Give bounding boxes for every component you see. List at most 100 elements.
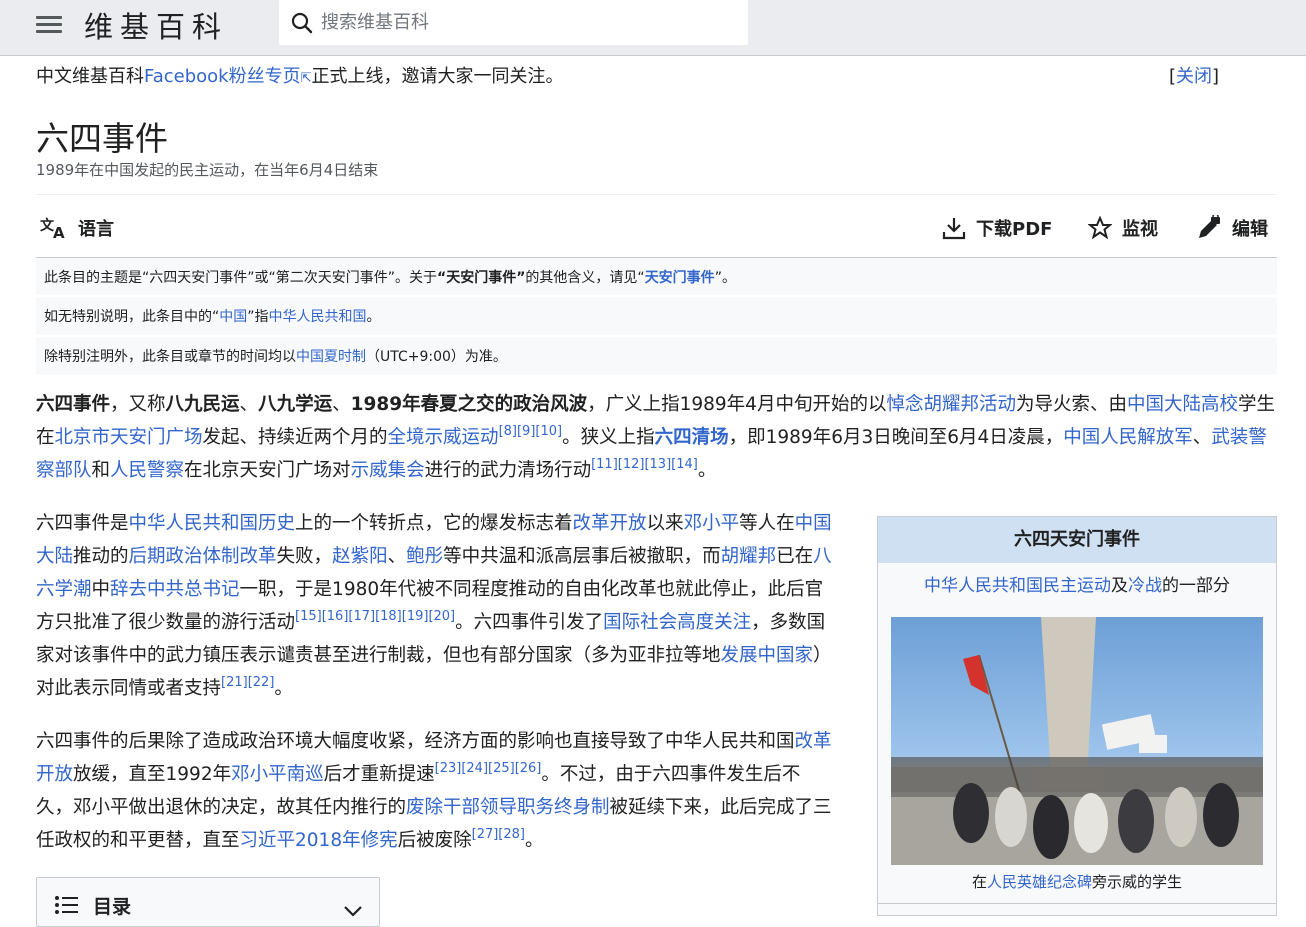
- wikipedia-logo[interactable]: 维基百科: [84, 4, 228, 46]
- article-link[interactable]: 中华人民共和国历史: [129, 513, 296, 534]
- hatnote-link-china[interactable]: 中国: [219, 309, 247, 325]
- text: 及: [1111, 576, 1128, 596]
- infobox-caption: 在人民英雄纪念碑旁示威的学生: [878, 871, 1276, 892]
- citation-ref[interactable]: [27][28]: [472, 827, 525, 842]
- language-button[interactable]: 文 A 语言: [40, 215, 114, 241]
- language-label: 语言: [78, 219, 114, 240]
- search-box[interactable]: [279, 0, 748, 45]
- article-link[interactable]: 改革开放: [573, 513, 647, 534]
- hatnote-link-tiananmen[interactable]: 天安门事件: [645, 270, 715, 286]
- text: 等人在: [739, 513, 795, 534]
- page-toolbar: 文 A 语言 下载PDF 监视 编辑: [36, 210, 1276, 248]
- text: 在北京天安门广场对: [184, 460, 351, 481]
- page-subtitle: 1989年在中国发起的民主运动，在当年6月4日结束: [36, 161, 379, 179]
- search-input[interactable]: [279, 11, 748, 34]
- infobox-photo[interactable]: [891, 617, 1263, 865]
- title-divider: [36, 194, 1277, 195]
- article-link[interactable]: 中国人民解放军: [1063, 427, 1193, 448]
- text: ，广义上指1989年4月中旬开始的以: [587, 394, 887, 415]
- article-link[interactable]: 邓小平: [684, 513, 740, 534]
- infobox-subheader: 中华人民共和国民主运动及冷战的一部分: [878, 563, 1276, 609]
- site-notice: 中文维基百科Facebook粉丝专页⇱正式上线，邀请大家一同关注。: [36, 62, 563, 88]
- text: 、: [387, 546, 407, 567]
- edit-lock-icon: [1199, 215, 1220, 238]
- text: 、: [239, 394, 259, 415]
- text: ，又称: [110, 394, 166, 415]
- hatnote-text: 除特别注明外，此条目或章节的时间均以: [44, 349, 296, 365]
- citation-ref[interactable]: [21][22]: [221, 675, 274, 690]
- text: 、: [332, 394, 351, 415]
- article-link[interactable]: 人民警察: [110, 460, 184, 481]
- hatnote-text: 的其他含义，请见“: [525, 270, 645, 286]
- article-link[interactable]: 国际社会高度关注: [603, 612, 751, 633]
- article-link[interactable]: 示威集会: [351, 460, 425, 481]
- text: 放缓，直至1992年: [73, 764, 232, 785]
- infobox-title: 六四天安门事件: [878, 517, 1276, 563]
- notice-text-after: 正式上线，邀请大家一同关注。: [311, 66, 564, 87]
- hatnote-text: ”。: [714, 270, 736, 286]
- hatnote-list: 此条目的主题是“六四天安门事件”或“第二次天安门事件”。关于“天安门事件”的其他…: [36, 257, 1277, 377]
- article-link[interactable]: 中国大陆高校: [1127, 394, 1238, 415]
- citation-ref[interactable]: [15][16][17][18][19][20]: [295, 609, 455, 624]
- download-icon: [942, 218, 966, 240]
- article-link[interactable]: 后期政治体制改革: [129, 546, 277, 567]
- bold-term: 1989年春夏之交的政治风波: [350, 394, 588, 415]
- infobox-link[interactable]: 冷战: [1128, 576, 1162, 596]
- article-link[interactable]: 赵紫阳: [332, 546, 388, 567]
- text: 失败，: [276, 546, 333, 567]
- hatnote: 如无特别说明，此条目中的“中国”指中华人民共和国。: [36, 297, 1277, 335]
- chevron-down-icon[interactable]: [343, 905, 363, 917]
- page-title: 六四事件: [36, 119, 168, 158]
- article-link[interactable]: 邓小平南巡: [231, 764, 324, 785]
- download-pdf-button[interactable]: 下载PDF: [942, 215, 1052, 241]
- body-paragraph: 六四事件的后果除了造成政治环境大幅度收紧，经济方面的影响也直接导致了中华人民共和…: [36, 725, 836, 857]
- facebook-link[interactable]: Facebook粉丝专页: [144, 66, 301, 87]
- hatnote-link-prc[interactable]: 中华人民共和国: [269, 309, 367, 325]
- notice-close-button[interactable]: 关闭: [1176, 66, 1212, 87]
- text: 等中共温和派高层事后被撤职，而: [443, 546, 721, 567]
- article-link[interactable]: 全境示威运动: [388, 427, 499, 448]
- table-of-contents[interactable]: 目录: [36, 877, 380, 927]
- text: 已在: [776, 546, 814, 567]
- text: 。: [697, 460, 717, 481]
- article-link[interactable]: 胡耀邦: [721, 546, 777, 567]
- toc-label: 目录: [93, 896, 132, 918]
- infobox-link[interactable]: 中华人民共和国民主运动: [924, 576, 1111, 596]
- text: 的一部分: [1162, 576, 1230, 596]
- citation-ref[interactable]: [8][9][10]: [499, 424, 563, 439]
- article-link[interactable]: 六四清场: [655, 427, 729, 448]
- notice-text-before: 中文维基百科: [36, 66, 144, 87]
- text: 发起、持续近两个月的: [202, 427, 388, 448]
- notice-close: [关闭]: [1169, 66, 1220, 87]
- text: ，即1989年6月3日晚间至6月4日凌晨，: [728, 427, 1064, 448]
- hatnote-link-dst[interactable]: 中国夏时制: [296, 349, 366, 365]
- infobox-link[interactable]: 人民英雄纪念碑: [987, 873, 1092, 891]
- text: 。: [274, 678, 293, 699]
- infobox-divider: [878, 903, 1276, 904]
- citation-ref[interactable]: [11][12][13][14]: [591, 457, 698, 472]
- text: 后被废除: [397, 830, 472, 851]
- main-menu-icon[interactable]: [36, 12, 62, 34]
- hatnote-text: 如无特别说明，此条目中的“: [44, 309, 220, 325]
- bold-term: 八九学运: [258, 394, 333, 415]
- watch-label: 监视: [1122, 219, 1158, 240]
- citation-ref[interactable]: [23][24][25][26]: [435, 761, 542, 776]
- article-link[interactable]: 鲍彤: [406, 546, 443, 567]
- article-link[interactable]: 发展中国家: [721, 645, 814, 666]
- edit-button[interactable]: 编辑: [1196, 215, 1268, 241]
- list-icon: [55, 896, 78, 914]
- text: 在: [971, 873, 987, 891]
- text: 为导火索、由: [1015, 394, 1127, 415]
- article-link[interactable]: 北京市天安门广场: [55, 427, 203, 448]
- watch-button[interactable]: 监视: [1088, 215, 1158, 241]
- text: 六四事件是: [36, 513, 129, 534]
- hatnote-text: ”指: [247, 309, 269, 325]
- text: 旁示威的学生: [1092, 873, 1183, 891]
- article-link[interactable]: 辞去中共总书记: [110, 579, 240, 600]
- text: 上的一个转折点，它的爆发标志着: [295, 513, 573, 534]
- svg-text:A: A: [53, 224, 65, 240]
- article-link[interactable]: 废除干部领导职务终身制: [406, 797, 610, 818]
- article-link[interactable]: 习近平2018年修宪: [240, 830, 398, 851]
- edit-label: 编辑: [1232, 219, 1268, 240]
- article-link[interactable]: 悼念胡耀邦活动: [886, 394, 1016, 415]
